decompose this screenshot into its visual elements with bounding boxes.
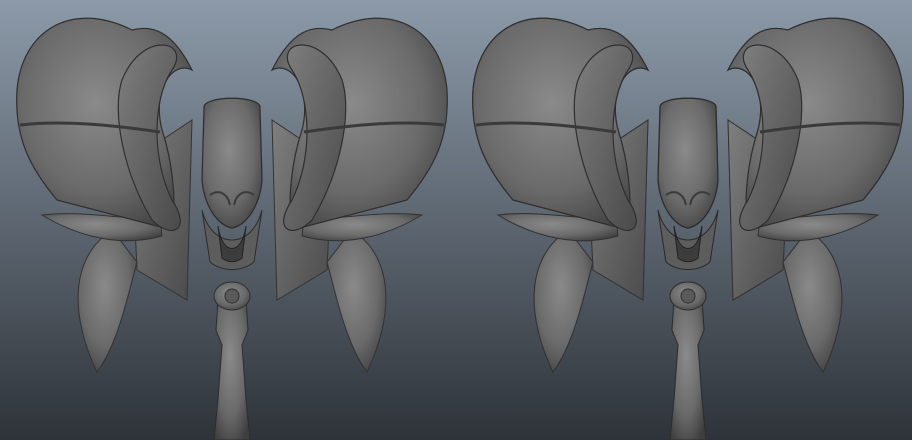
scene-canvas bbox=[0, 0, 912, 440]
viewport-3d[interactable] bbox=[0, 0, 912, 440]
